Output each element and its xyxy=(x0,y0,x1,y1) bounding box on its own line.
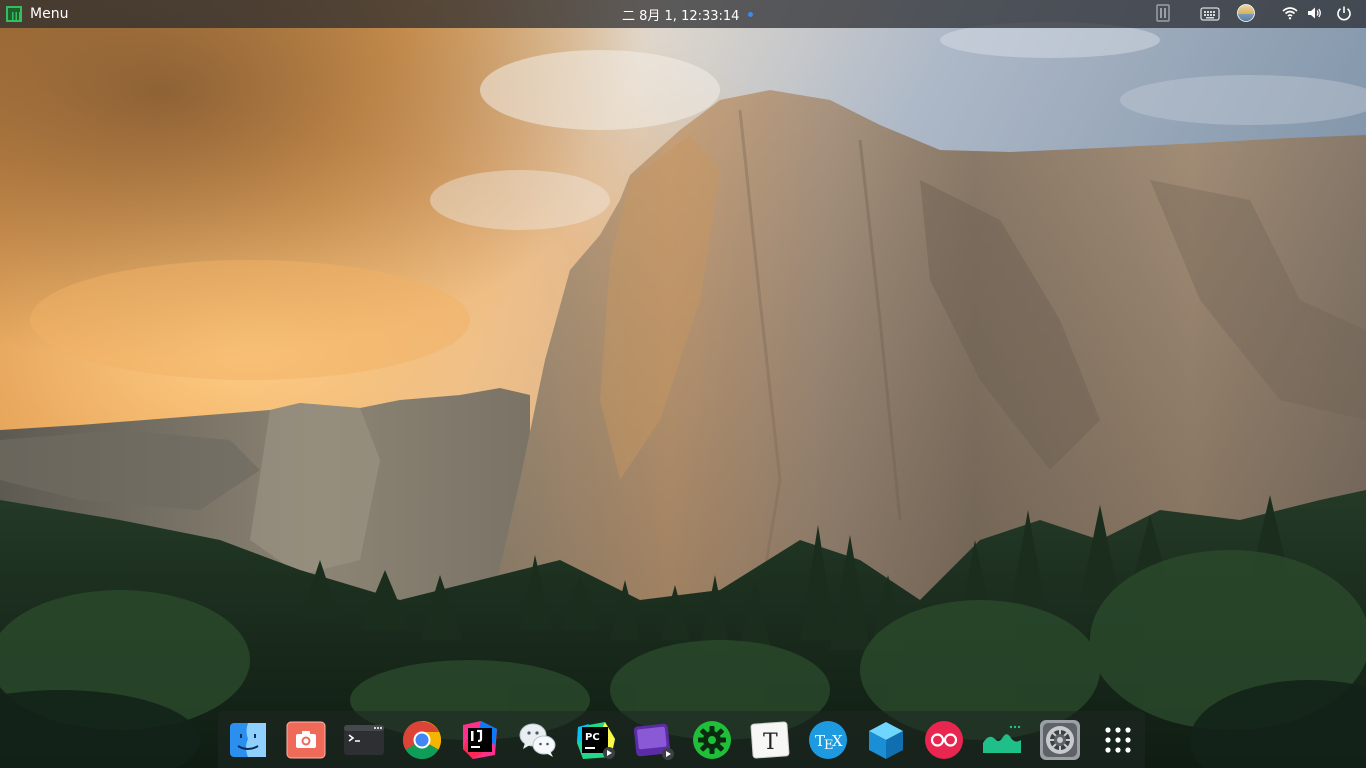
wifi-icon[interactable] xyxy=(1282,6,1298,20)
task-manager-icon[interactable] xyxy=(1156,4,1170,22)
flickr-icon xyxy=(925,721,963,759)
clock[interactable]: 二 8月 1, 12:33:14 xyxy=(622,5,754,24)
dock-item-wechat[interactable] xyxy=(517,719,559,761)
tex-icon: T E X xyxy=(809,721,847,759)
typora-icon: T xyxy=(750,721,790,759)
desktop-wallpaper xyxy=(0,0,1366,768)
video-player-icon xyxy=(633,723,674,760)
dock-item-system-monitor[interactable] xyxy=(981,719,1023,761)
dock-item-pycharm[interactable]: PC xyxy=(575,719,617,761)
dock-item-flickr[interactable] xyxy=(923,719,965,761)
svg-text:X: X xyxy=(832,732,843,750)
weather-icon[interactable] xyxy=(1236,3,1256,23)
svg-text:PC: PC xyxy=(585,732,600,743)
app-launcher-icon xyxy=(1105,727,1131,753)
dock-item-virtualbox[interactable] xyxy=(865,719,907,761)
volume-icon[interactable] xyxy=(1307,6,1323,20)
finder-icon xyxy=(230,723,266,757)
system-monitor-icon xyxy=(983,725,1021,753)
settings-gear-icon xyxy=(693,721,731,759)
svg-text:T: T xyxy=(763,730,778,755)
desktop[interactable]: Menu 二 8月 1, 12:33:14 PC T T E X xyxy=(0,0,1366,768)
power-icon[interactable] xyxy=(1336,5,1352,21)
dock-item-tex[interactable]: T E X xyxy=(807,719,849,761)
screenshot-icon xyxy=(286,721,326,759)
dock-item-video-player[interactable] xyxy=(633,719,675,761)
virtualbox-icon xyxy=(869,722,903,759)
clock-text: 二 8月 1, 12:33:14 xyxy=(622,9,740,24)
chrome-icon xyxy=(402,720,442,760)
dock: PC T T E X xyxy=(218,711,1145,768)
dock-item-screenshot[interactable] xyxy=(285,719,327,761)
dock-item-intellij-idea[interactable] xyxy=(459,719,501,761)
keyboard-icon[interactable] xyxy=(1200,6,1220,22)
menu-label: Menu xyxy=(30,6,69,22)
manjaro-logo-icon xyxy=(6,6,22,22)
dock-item-system-preferences[interactable] xyxy=(1039,719,1081,761)
dock-item-settings[interactable] xyxy=(691,719,733,761)
system-preferences-icon xyxy=(1040,720,1080,760)
dock-item-app-launcher[interactable] xyxy=(1097,719,1139,761)
menu-button[interactable]: Menu xyxy=(6,3,68,25)
dock-item-finder[interactable] xyxy=(227,719,269,761)
notification-dot-icon xyxy=(748,12,754,17)
dock-item-terminal[interactable] xyxy=(343,719,385,761)
pycharm-icon: PC xyxy=(577,722,615,759)
dock-item-typora[interactable]: T xyxy=(749,719,791,761)
top-panel: Menu 二 8月 1, 12:33:14 xyxy=(0,0,1366,28)
terminal-icon xyxy=(344,725,384,755)
wechat-icon xyxy=(519,723,556,757)
intellij-idea-icon xyxy=(463,721,497,759)
dock-item-chrome[interactable] xyxy=(401,719,443,761)
